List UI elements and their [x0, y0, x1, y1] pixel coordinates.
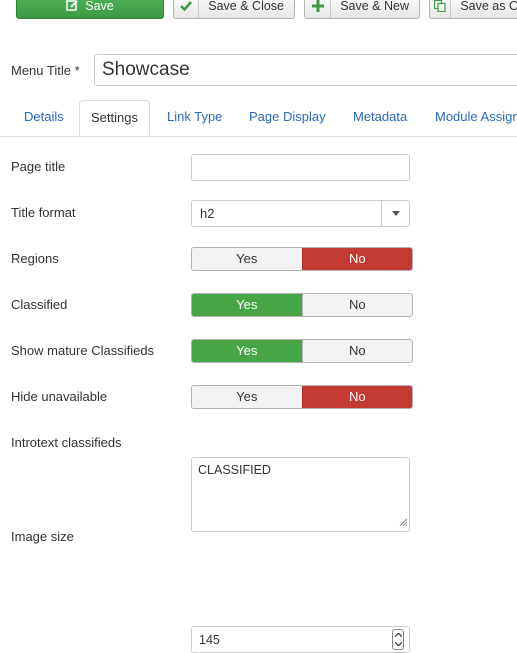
regions-no-button[interactable]: No: [301, 248, 412, 270]
hide-unavailable-label: Hide unavailable: [11, 389, 108, 404]
hide-unavailable-no-button[interactable]: No: [301, 386, 412, 408]
tab-details[interactable]: Details: [24, 100, 64, 136]
image-size-input[interactable]: 145: [191, 626, 410, 653]
classified-no-button[interactable]: No: [301, 294, 412, 316]
save-label: Save: [85, 0, 114, 13]
regions-toggle: Yes No: [191, 247, 413, 271]
tab-link-type[interactable]: Link Type: [167, 100, 222, 136]
hide-unavailable-yes-button[interactable]: Yes: [192, 386, 302, 408]
menu-title-label: Menu Title *: [11, 62, 80, 78]
tab-page-display[interactable]: Page Display: [249, 100, 326, 136]
page-title-input[interactable]: [191, 154, 410, 181]
toolbar: Save Save & Close Save & New Save as C: [0, 0, 517, 22]
show-mature-label: Show mature Classifieds: [11, 343, 155, 358]
show-mature-no-button[interactable]: No: [301, 340, 412, 362]
image-size-value: 145: [199, 632, 220, 647]
number-spinner-icon[interactable]: [392, 629, 404, 650]
title-format-select[interactable]: h2: [191, 200, 410, 227]
regions-yes-button[interactable]: Yes: [192, 248, 302, 270]
regions-label: Regions: [11, 251, 59, 266]
introtext-label: Introtext classifieds: [11, 435, 122, 450]
save-new-label: Save & New: [340, 0, 409, 13]
save-copy-button[interactable]: Save as C: [429, 0, 517, 19]
tab-settings[interactable]: Settings: [79, 100, 150, 136]
chevron-down-icon[interactable]: [381, 201, 409, 226]
plus-icon: [305, 0, 332, 18]
menu-title-row: Menu Title *: [11, 54, 517, 86]
page-title-label: Page title: [11, 159, 66, 174]
menu-title-input[interactable]: [94, 54, 517, 86]
tab-bar: Details Settings Link Type Page Display …: [0, 100, 517, 137]
tab-module-assignment[interactable]: Module Assign: [435, 100, 517, 136]
save-new-button[interactable]: Save & New: [304, 0, 420, 19]
tab-metadata[interactable]: Metadata: [353, 100, 407, 136]
save-copy-label: Save as C: [460, 0, 517, 13]
show-mature-yes-button[interactable]: Yes: [192, 340, 302, 362]
title-format-label: Title format: [11, 205, 76, 220]
introtext-value: CLASSIFIED: [198, 463, 271, 477]
show-mature-toggle: Yes No: [191, 339, 413, 363]
copy-icon: [430, 0, 452, 18]
edit-icon: [66, 0, 79, 18]
save-button[interactable]: Save: [16, 0, 164, 19]
classified-label: Classified: [11, 297, 68, 312]
image-size-label: Image size: [11, 529, 74, 544]
introtext-textarea[interactable]: CLASSIFIED: [191, 457, 410, 532]
classified-toggle: Yes No: [191, 293, 413, 317]
classified-yes-button[interactable]: Yes: [192, 294, 302, 316]
save-close-button[interactable]: Save & Close: [173, 0, 295, 19]
save-close-label: Save & Close: [208, 0, 284, 13]
check-icon: [174, 0, 200, 18]
title-format-value: h2: [200, 206, 215, 221]
hide-unavailable-toggle: Yes No: [191, 385, 413, 409]
resize-grip-icon[interactable]: [399, 515, 408, 529]
